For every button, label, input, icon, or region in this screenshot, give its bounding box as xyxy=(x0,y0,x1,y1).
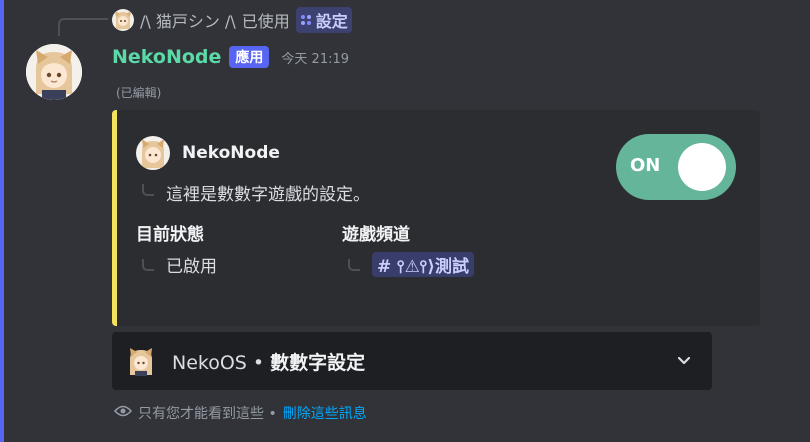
bot-avatar[interactable] xyxy=(26,44,82,100)
eye-icon xyxy=(113,404,133,422)
embed-accent-bar xyxy=(112,110,117,326)
embed-author-name: NekoNode xyxy=(182,143,280,163)
field-status-name: 目前狀態 xyxy=(136,225,204,245)
embed-author: NekoNode xyxy=(136,136,280,170)
slash-command-icon xyxy=(300,11,312,30)
toggle-knob xyxy=(678,143,726,191)
hashtag-icon: # xyxy=(377,257,398,277)
select-selected-value: NekoOS • 數數字設定 xyxy=(172,348,365,375)
settings-embed: NekoNode 這裡是數數字遊戲的設定。 目前狀態 已啟用 遊戲頻道 # ⫯⚠… xyxy=(112,110,760,326)
tree-branch-icon xyxy=(142,184,154,196)
mention-highlight-bar xyxy=(0,0,4,442)
chevron-down-icon[interactable] xyxy=(674,350,694,370)
embed-description: 這裡是數數字遊戲的設定。 xyxy=(142,180,370,205)
embed-author-avatar xyxy=(136,136,170,170)
edited-indicator: (已編輯) xyxy=(116,86,162,100)
dismiss-message-link[interactable]: 刪除這些訊息 xyxy=(283,403,367,423)
select-prefix: NekoOS • xyxy=(172,351,265,374)
slash-command-chip[interactable]: 設定 xyxy=(295,7,352,33)
ephemeral-text: 只有您才能看到這些 • xyxy=(138,406,277,422)
select-title: 數數字設定 xyxy=(270,351,366,374)
toggle-label: ON xyxy=(630,155,661,176)
ephemeral-notice: 只有您才能看到這些 • 刪除這些訊息 xyxy=(113,403,367,423)
channel-mention[interactable]: # ⫯⚠⫯⟩測試 xyxy=(372,252,474,277)
channel-mention-name: ⫯⚠⫯⟩測試 xyxy=(397,257,469,277)
command-reply-line: /\ 猫戸シン /\ 已使用 設定 xyxy=(112,7,352,33)
reply-spine xyxy=(58,18,108,36)
tree-branch-icon xyxy=(348,258,360,271)
settings-select-menu[interactable]: NekoOS • 數數字設定 xyxy=(112,332,712,390)
reply-username[interactable]: /\ 猫戸シン /\ xyxy=(140,8,236,32)
message-header: NekoNode 應用 今天 21:19 xyxy=(112,44,349,70)
tree-branch-icon xyxy=(142,258,154,271)
field-status-value: 已啟用 xyxy=(142,252,217,277)
embed-description-text: 這裡是數數字遊戲的設定。 xyxy=(166,185,370,205)
select-option-icon xyxy=(126,346,156,376)
reply-action-text: 已使用 xyxy=(241,12,290,31)
message-timestamp[interactable]: 今天 21:19 xyxy=(281,48,349,67)
field-status-value-text: 已啟用 xyxy=(166,257,217,277)
app-badge: 應用 xyxy=(229,46,270,68)
reply-user-avatar[interactable] xyxy=(112,9,134,31)
on-toggle-image: ON xyxy=(616,134,736,200)
field-channel-name: 遊戲頻道 xyxy=(342,225,410,245)
slash-command-name: 設定 xyxy=(315,12,348,31)
message-username[interactable]: NekoNode xyxy=(112,46,221,68)
field-channel-value: # ⫯⚠⫯⟩測試 xyxy=(348,252,474,277)
